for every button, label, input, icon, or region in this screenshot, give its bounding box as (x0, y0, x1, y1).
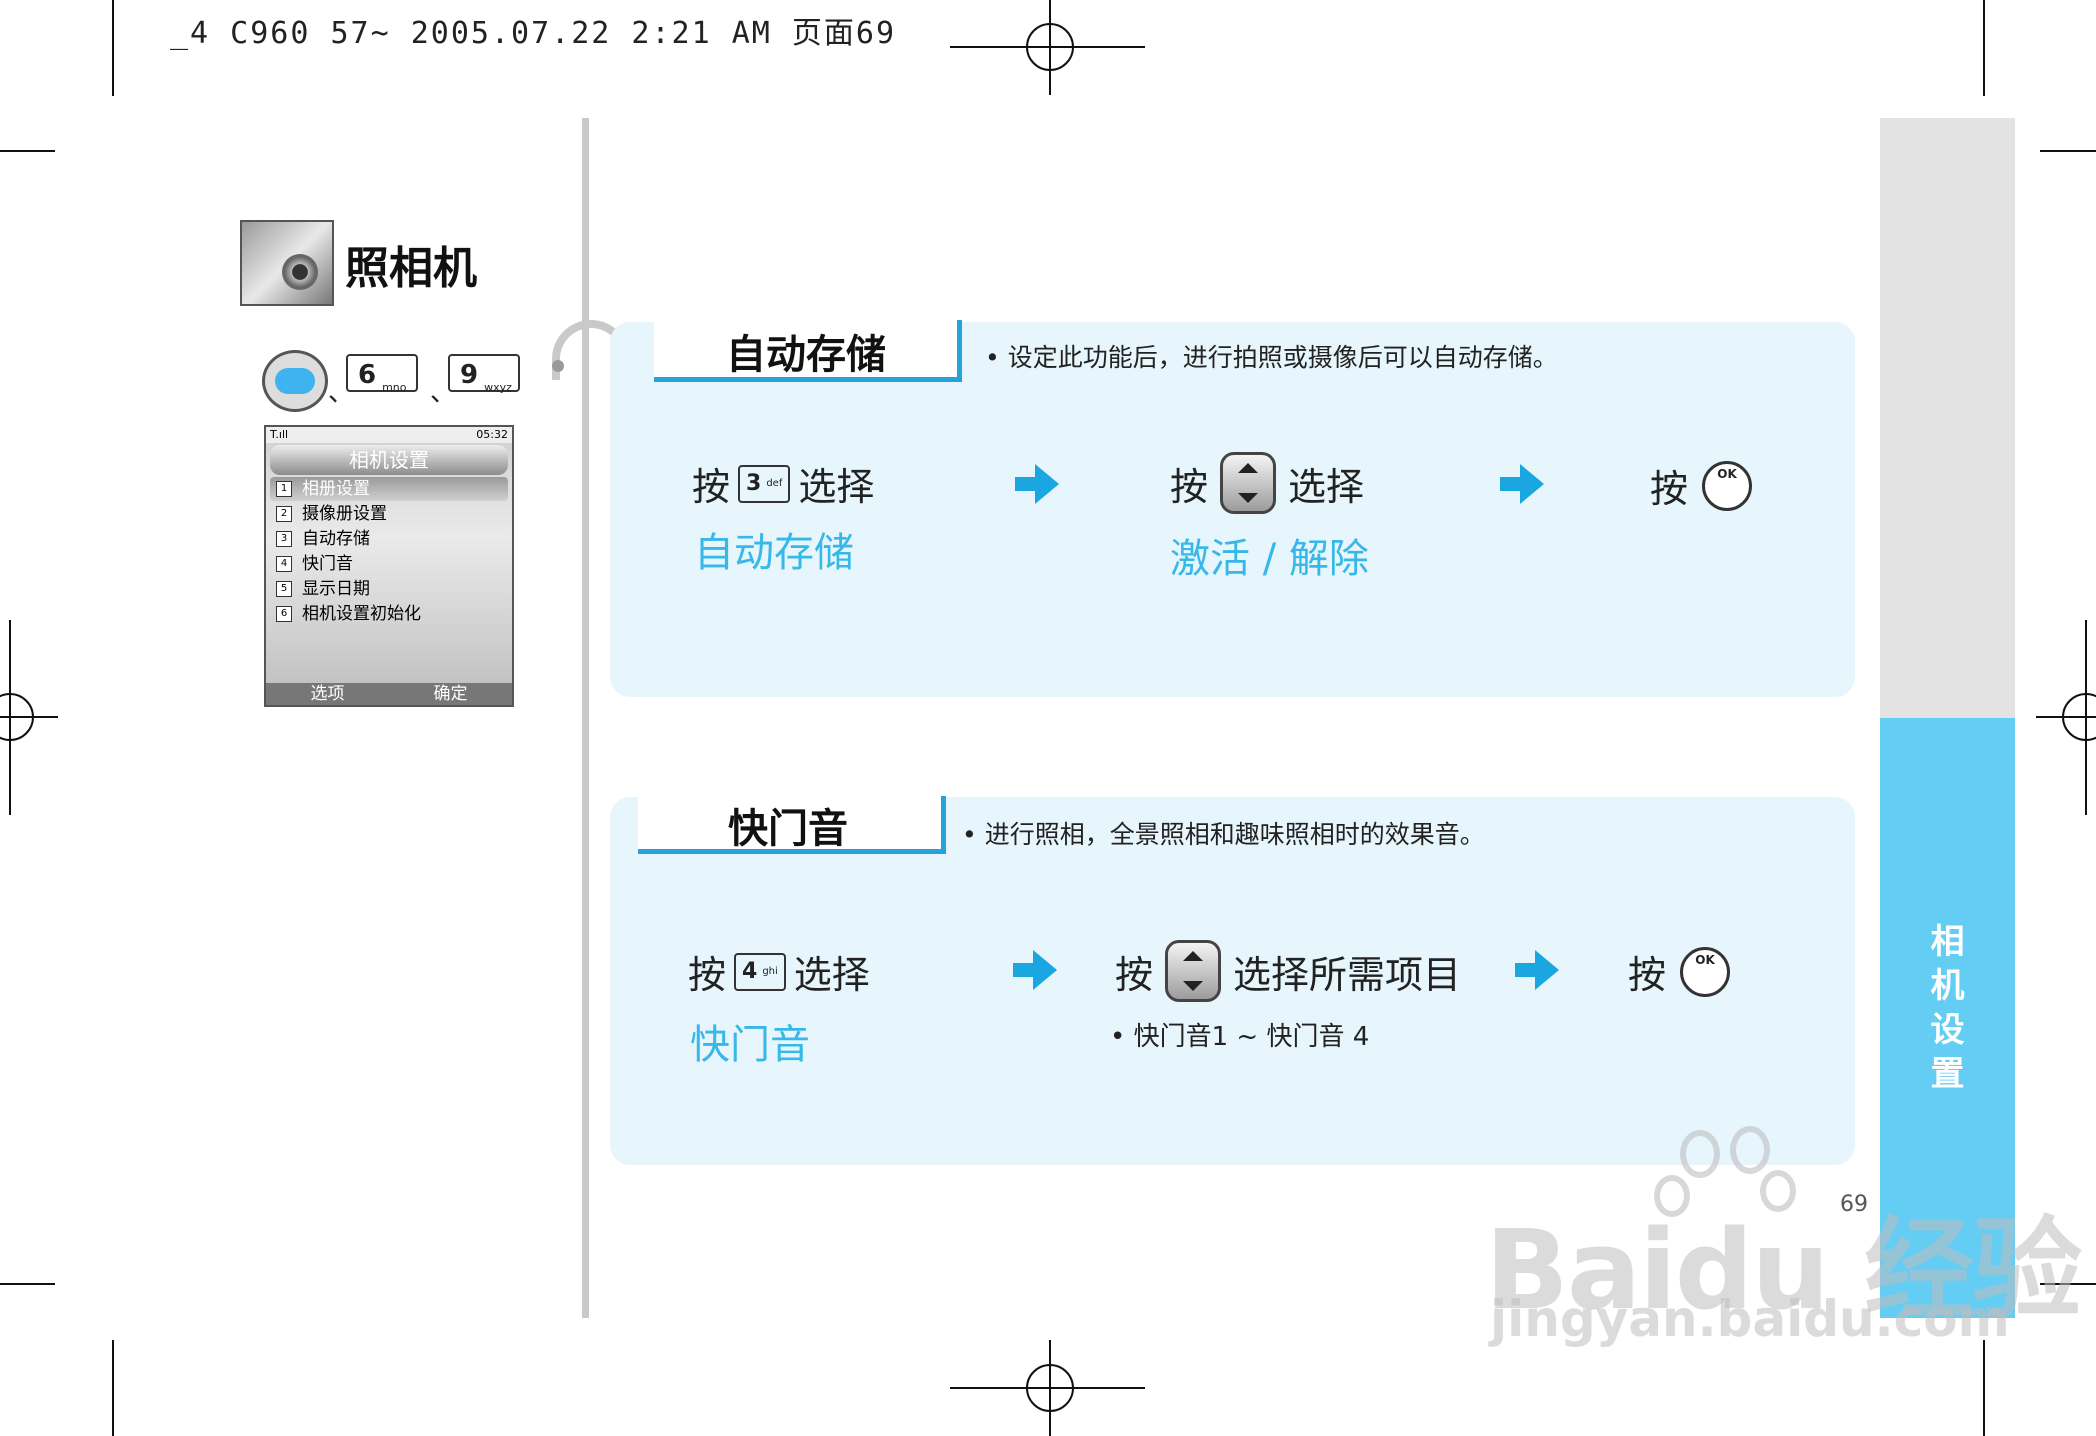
watermark-url: jingyan.baidu.com (1490, 1290, 2010, 1348)
section-title: 快门音 (728, 805, 848, 852)
step-3: 按 OK (1628, 944, 1731, 999)
screen-title: 相机设置 (270, 445, 508, 475)
signal-icon: T.ıll (270, 428, 289, 441)
menu-item: 6 相机设置初始化 (270, 602, 508, 626)
step-3: 按 OK (1650, 458, 1753, 513)
section-description: • 进行照相，全景照相和趣味照相时的效果音。 (962, 820, 1485, 849)
side-tab-char: 相 (1930, 922, 1965, 962)
side-tab-char: 机 (1930, 966, 1965, 1006)
menu-item: 3 自动存储 (270, 527, 508, 551)
section-title: 自动存储 (726, 331, 886, 378)
side-tab-char: 置 (1930, 1054, 1965, 1094)
menu-item: 4 快门音 (270, 552, 508, 576)
side-tab-label: 相 机 设 置 (1880, 920, 2015, 1096)
key-3-icon: 3 def (738, 464, 791, 503)
step-1: 按 4 ghi 选择 (688, 952, 870, 997)
clock: 05:32 (476, 428, 508, 441)
soft-keys: 选项 确定 (266, 683, 512, 705)
camera-icon (240, 220, 334, 306)
menu-item: 5 显示日期 (270, 577, 508, 601)
step-1-result: 自动存储 (694, 530, 854, 576)
section-description: • 设定此功能后，进行拍照或摄像后可以自动存储。 (985, 343, 1558, 372)
step-1: 按 3 def 选择 (692, 464, 875, 509)
step-2-result: 激活 / 解除 (1170, 536, 1369, 582)
crop-mark (1983, 0, 1985, 96)
crop-mark (2040, 150, 2096, 152)
phone-screen: T.ıll 05:32 相机设置 1 相册设置 2 摄像册设置 3 自动存储 4 快门音… (264, 425, 514, 707)
soft-key-left: 选项 (310, 684, 345, 704)
key-6-icon: 6 mno (346, 354, 418, 394)
soft-key-right: 确定 (433, 684, 468, 704)
step-1-result: 快门音 (690, 1022, 810, 1068)
binder-dot (552, 360, 564, 372)
side-tab-top (1880, 118, 2015, 718)
chapter-title: 照相机 (345, 243, 477, 294)
nav-up-down-icon (1220, 452, 1277, 514)
key-4-icon: 4 ghi (734, 952, 786, 991)
crop-mark (112, 0, 114, 96)
registration-target-bottom (950, 1340, 1145, 1436)
crop-mark (0, 1283, 55, 1285)
step-2-note: • 快门音1 ~ 快门音 4 (1110, 1022, 1370, 1052)
ok-key-icon: OK (1702, 460, 1753, 511)
nav-up-down-icon (1165, 940, 1222, 1002)
step-2: 按 选择所需项目 (1115, 940, 1461, 1002)
page-divider (582, 118, 589, 1318)
side-tab-char: 设 (1930, 1010, 1965, 1050)
registration-target-top (950, 0, 1145, 95)
menu-item: 2 摄像册设置 (270, 502, 508, 526)
key-9-icon: 9 wxyz (448, 354, 520, 394)
crop-mark (1983, 1340, 1985, 1436)
print-header: _4 C960 57~ 2005.07.22 2:21 AM 页面69 (170, 16, 897, 51)
ok-key-icon: OK (1680, 946, 1731, 997)
crop-mark (112, 1340, 114, 1436)
menu-item: 1 相册设置 (270, 477, 508, 501)
status-bar: T.ıll 05:32 (266, 427, 512, 443)
crop-mark (0, 150, 55, 152)
registration-target-left (0, 620, 58, 815)
registration-target-right (2036, 620, 2096, 815)
menu-key-icon (262, 350, 328, 412)
step-2: 按 选择 (1170, 452, 1364, 514)
